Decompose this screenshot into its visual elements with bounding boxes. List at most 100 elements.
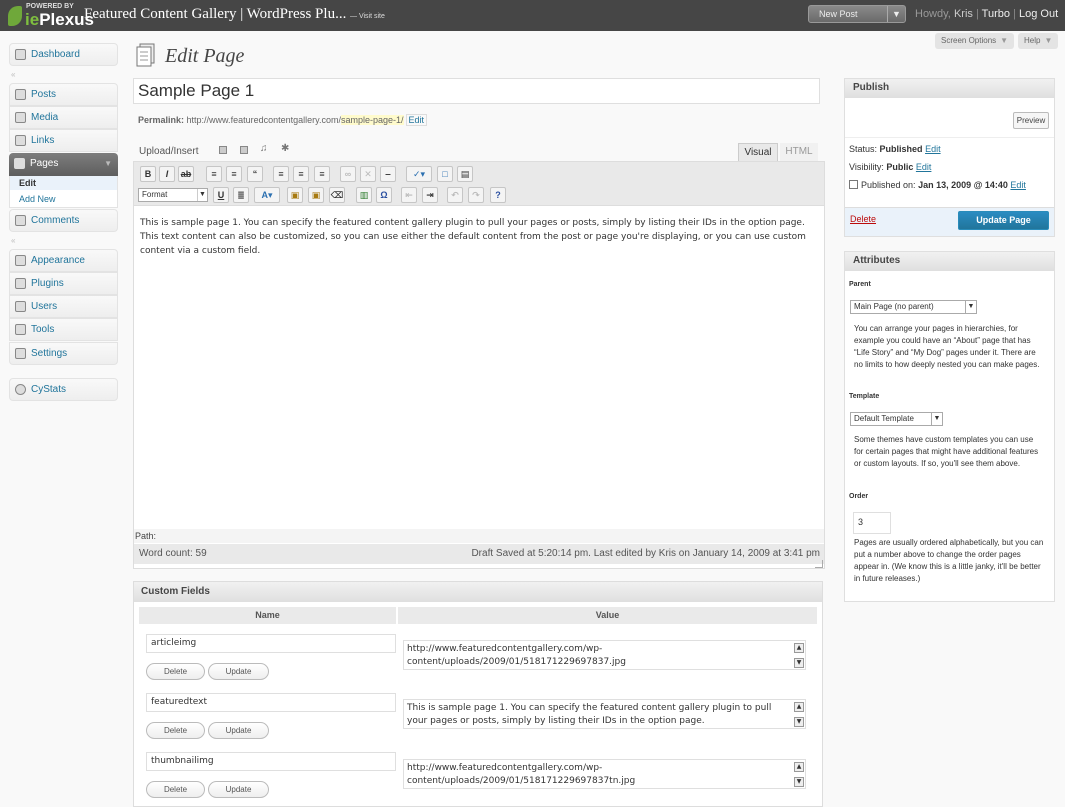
- sidebar-item-pages[interactable]: Pages ▼: [9, 153, 118, 176]
- submenu-add-new[interactable]: Add New: [19, 194, 56, 204]
- special-char-icon[interactable]: Ω: [376, 187, 392, 203]
- logout-link[interactable]: Log Out: [1019, 8, 1058, 20]
- textarea-scrollbar[interactable]: ▲ ▼: [793, 641, 805, 669]
- remove-format-icon[interactable]: ⌫: [329, 187, 345, 203]
- scroll-up-icon[interactable]: ▲: [794, 762, 804, 772]
- delete-field-button[interactable]: Delete: [146, 722, 205, 739]
- turbo-link[interactable]: Turbo: [982, 8, 1010, 20]
- sidebar-item-settings[interactable]: Settings: [9, 342, 118, 365]
- sidebar-item-dashboard[interactable]: Dashboard: [9, 43, 118, 66]
- add-media-icon[interactable]: ✱: [281, 143, 289, 154]
- sidebar-item-media[interactable]: Media: [9, 106, 118, 129]
- delete-field-button[interactable]: Delete: [146, 663, 205, 680]
- textarea-scrollbar[interactable]: ▲ ▼: [793, 700, 805, 728]
- spellcheck-icon[interactable]: ✓▾: [406, 166, 432, 182]
- scroll-down-icon[interactable]: ▼: [794, 777, 804, 787]
- chevron-down-icon[interactable]: ▼: [104, 159, 112, 168]
- edit-status-link[interactable]: Edit: [925, 144, 941, 154]
- custom-field-value-input[interactable]: This is sample page 1. You can specify t…: [403, 699, 806, 729]
- paste-text-icon[interactable]: ▣: [287, 187, 303, 203]
- more-tag-icon[interactable]: ‒: [380, 166, 396, 182]
- tab-html[interactable]: HTML: [780, 143, 818, 161]
- permalink-edit-button[interactable]: Edit: [405, 114, 428, 126]
- parent-select[interactable]: Main Page (no parent) ▼: [850, 300, 977, 314]
- custom-field-value-input[interactable]: http://www.featuredcontentgallery.com/wp…: [403, 640, 806, 670]
- indent-icon[interactable]: ⇥: [422, 187, 438, 203]
- screen-options-button[interactable]: Screen Options ▼: [935, 33, 1015, 49]
- bold-icon[interactable]: B: [140, 166, 156, 182]
- redo-icon[interactable]: ↷: [468, 187, 484, 203]
- resize-handle-icon[interactable]: [815, 560, 823, 568]
- unlink-icon[interactable]: ✕: [360, 166, 376, 182]
- ieplexus-logo[interactable]: POWERED BY iePlexus: [8, 2, 94, 30]
- align-left-icon[interactable]: ≡: [273, 166, 289, 182]
- order-input[interactable]: 3: [853, 512, 891, 534]
- numbered-list-icon[interactable]: ≡: [226, 166, 242, 182]
- user-link[interactable]: Kris: [954, 8, 973, 20]
- permalink-slug[interactable]: sample-page-1/: [340, 115, 404, 125]
- template-select[interactable]: Default Template ▼: [850, 412, 943, 426]
- strikethrough-icon[interactable]: ab: [178, 166, 194, 182]
- sidebar-item-links[interactable]: Links: [9, 129, 118, 152]
- justify-icon[interactable]: ≣: [233, 187, 249, 203]
- submenu-edit[interactable]: Edit: [10, 176, 117, 190]
- sidebar-item-posts[interactable]: Posts: [9, 83, 118, 106]
- preview-button[interactable]: Preview: [1013, 112, 1049, 129]
- media-embed-icon[interactable]: ▥: [356, 187, 372, 203]
- add-video-icon[interactable]: [240, 146, 248, 154]
- new-post-button[interactable]: New Post ▼: [808, 5, 906, 23]
- sidebar-item-tools[interactable]: Tools: [9, 318, 118, 341]
- scroll-down-icon[interactable]: ▼: [794, 717, 804, 727]
- add-audio-icon[interactable]: ♫: [260, 143, 268, 154]
- menu-separator-icon[interactable]: «: [11, 70, 15, 79]
- align-right-icon[interactable]: ≡: [314, 166, 330, 182]
- bullet-list-icon[interactable]: ≡: [206, 166, 222, 182]
- visit-site-link[interactable]: — Visit site: [350, 13, 385, 20]
- custom-field-value-input[interactable]: http://www.featuredcontentgallery.com/wp…: [403, 759, 806, 789]
- italic-icon[interactable]: I: [159, 166, 175, 182]
- site-title[interactable]: Featured Content Gallery | WordPress Plu…: [84, 6, 346, 23]
- align-center-icon[interactable]: ≡: [293, 166, 309, 182]
- sidebar-item-comments[interactable]: Comments: [9, 209, 118, 232]
- help-icon[interactable]: ?: [490, 187, 506, 203]
- tab-visual[interactable]: Visual: [738, 143, 778, 161]
- sidebar-item-plugins[interactable]: Plugins: [9, 272, 118, 295]
- paste-word-icon[interactable]: ▣: [308, 187, 324, 203]
- attributes-title[interactable]: Attributes: [845, 252, 1054, 271]
- text-color-icon[interactable]: A▾: [254, 187, 280, 203]
- publish-title[interactable]: Publish: [845, 79, 1054, 98]
- delete-link[interactable]: Delete: [850, 214, 876, 224]
- textarea-scrollbar[interactable]: ▲ ▼: [793, 760, 805, 788]
- update-page-button[interactable]: Update Page: [958, 211, 1049, 230]
- editor-content[interactable]: This is sample page 1. You can specify t…: [140, 216, 810, 258]
- scroll-up-icon[interactable]: ▲: [794, 643, 804, 653]
- update-field-button[interactable]: Update: [208, 722, 269, 739]
- sidebar-item-appearance[interactable]: Appearance: [9, 249, 118, 272]
- edit-date-link[interactable]: Edit: [1010, 180, 1026, 190]
- help-button[interactable]: Help ▼: [1018, 33, 1059, 49]
- scroll-down-icon[interactable]: ▼: [794, 658, 804, 668]
- custom-fields-title[interactable]: Custom Fields: [134, 582, 822, 602]
- update-field-button[interactable]: Update: [208, 781, 269, 798]
- add-image-icon[interactable]: [219, 146, 227, 154]
- link-icon[interactable]: ∞: [340, 166, 356, 182]
- fullscreen-icon[interactable]: □: [437, 166, 453, 182]
- sidebar-item-users[interactable]: Users: [9, 295, 118, 318]
- sidebar-item-cystats[interactable]: CyStats: [9, 378, 118, 401]
- outdent-icon[interactable]: ⇤: [401, 187, 417, 203]
- kitchen-sink-icon[interactable]: ▤: [457, 166, 473, 182]
- update-field-button[interactable]: Update: [208, 663, 269, 680]
- blockquote-icon[interactable]: “: [247, 166, 263, 182]
- scroll-up-icon[interactable]: ▲: [794, 702, 804, 712]
- edit-visibility-link[interactable]: Edit: [916, 162, 932, 172]
- custom-field-key-input[interactable]: thumbnailimg: [146, 752, 396, 771]
- underline-icon[interactable]: U: [213, 187, 229, 203]
- menu-separator-icon[interactable]: «: [11, 236, 15, 245]
- format-select[interactable]: Format ▼: [138, 188, 208, 202]
- title-input[interactable]: Sample Page 1: [133, 78, 820, 104]
- delete-field-button[interactable]: Delete: [146, 781, 205, 798]
- undo-icon[interactable]: ↶: [447, 187, 463, 203]
- chevron-down-icon[interactable]: ▼: [887, 6, 905, 22]
- custom-field-key-input[interactable]: featuredtext: [146, 693, 396, 712]
- custom-field-key-input[interactable]: articleimg: [146, 634, 396, 653]
